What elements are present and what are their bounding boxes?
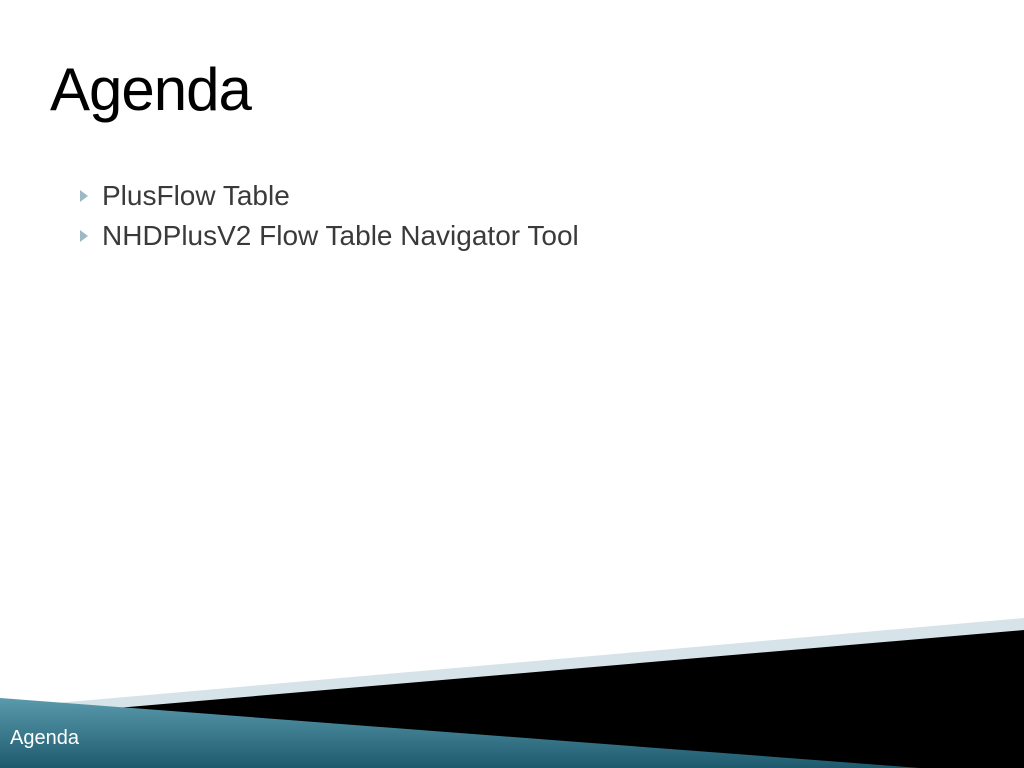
slide-title: Agenda	[50, 55, 251, 124]
footer-decoration	[0, 608, 1024, 768]
bullet-marker-icon	[80, 230, 88, 242]
footer-label: Agenda	[10, 727, 79, 750]
list-item: NHDPlusV2 Flow Table Navigator Tool	[80, 220, 579, 252]
bullet-list: PlusFlow Table NHDPlusV2 Flow Table Navi…	[80, 180, 579, 260]
page-number: 2	[999, 735, 1006, 750]
bullet-text: NHDPlusV2 Flow Table Navigator Tool	[102, 220, 579, 252]
bullet-marker-icon	[80, 190, 88, 202]
bullet-text: PlusFlow Table	[102, 180, 290, 212]
list-item: PlusFlow Table	[80, 180, 579, 212]
